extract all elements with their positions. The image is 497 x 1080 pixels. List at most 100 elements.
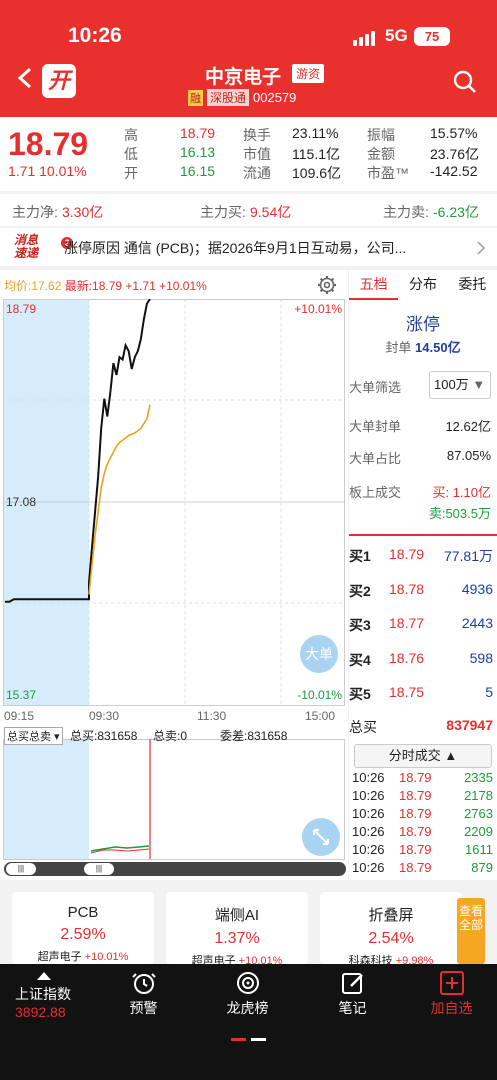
bid-price: 18.77 xyxy=(389,615,425,631)
bid-label: 买2 xyxy=(349,582,371,599)
x-label-0915: 09:15 xyxy=(4,709,34,723)
quote-label: 市盈™ xyxy=(367,165,409,181)
trade-volume: 879 xyxy=(471,860,493,875)
scroll-handle-right[interactable]: ||| xyxy=(84,863,114,875)
pct-bot-label: -10.01% xyxy=(297,688,342,702)
trade-time: 10:26 xyxy=(352,788,385,803)
notes-label: 笔记 xyxy=(338,1000,367,1016)
big-order-button[interactable]: 大单 xyxy=(300,635,338,673)
quote-value: 23.11% xyxy=(292,125,339,141)
quote-label: 市值 xyxy=(243,146,271,162)
dragon-tiger-button[interactable]: 龙虎榜 xyxy=(198,966,297,1018)
trade-volume: 2178 xyxy=(464,788,493,803)
sell-label: 主力卖: xyxy=(383,204,429,220)
trade-price: 18.79 xyxy=(399,824,432,839)
trade-time: 10:26 xyxy=(352,770,385,785)
stock-code: 002579 xyxy=(253,90,297,105)
trade-price: 18.79 xyxy=(399,806,432,821)
hot-money-tag[interactable]: 游资 xyxy=(292,64,325,83)
total-bid-value: 837947 xyxy=(446,717,493,733)
trade-price: 18.79 xyxy=(399,788,432,803)
related-sectors: PCB 2.59% 超声电子 +10.01% 端侧AI 1.37% 超声电子 +10.01… xyxy=(0,882,497,967)
sector-card[interactable]: 端侧AI 1.37% 超声电子 +10.01% xyxy=(166,892,308,967)
sector-name: 折叠屏 xyxy=(368,907,414,924)
total-buy-text: 总买:831658 xyxy=(70,729,138,743)
quote-value: 16.15 xyxy=(180,163,216,179)
stock-subtitle: 融 深股通 002579 xyxy=(188,89,296,106)
y-mid-label: 17.08 xyxy=(6,495,36,509)
quote-panel: 18.79 1.71 10.01% 高 18.79 换手 23.11% 振幅 15.57%… xyxy=(0,117,497,191)
quote-label: 流通 xyxy=(243,165,271,181)
view-all-button[interactable]: 查看全部 xyxy=(457,898,485,964)
tab-orders[interactable]: 委托 xyxy=(448,270,497,300)
sell-value: -6.23亿 xyxy=(433,204,479,220)
back-icon[interactable] xyxy=(14,66,38,90)
total-bid-label: 总买 xyxy=(349,719,377,735)
big-ratio-value: 87.05% xyxy=(446,448,491,463)
margin-tag: 融 xyxy=(188,89,203,106)
expand-button[interactable] xyxy=(302,818,340,856)
quote-value: 109.6亿 xyxy=(292,165,342,181)
chart-header: 均价:17.62 最新:18.79 +1.71 +10.01% xyxy=(4,277,207,294)
news-bar[interactable]: 消息 速递 2 涨停原因 通信 (PCB)；据2026年9月1日互动易，公司..… xyxy=(0,228,497,266)
trade-price: 18.79 xyxy=(399,842,432,857)
book-tabs: 五档 分布 委托 xyxy=(349,270,497,300)
target-icon xyxy=(236,972,259,994)
x-label-1500: 15:00 xyxy=(305,709,335,723)
quote-value: 15.57% xyxy=(430,125,478,141)
page-indicator-active xyxy=(231,1038,246,1041)
sector-card[interactable]: PCB 2.59% 超声电子 +10.01% xyxy=(12,892,154,964)
time-scrollbar[interactable]: ||| ||| xyxy=(4,862,346,876)
big-seal-value: 12.62亿 xyxy=(445,419,491,434)
quote-value: 16.13 xyxy=(180,144,216,160)
leader-name: 超声电子 xyxy=(37,951,82,963)
trade-price: 18.79 xyxy=(399,860,432,875)
seal-order: 封单 14.50亿 xyxy=(349,337,497,356)
sector-pct: 1.37% xyxy=(214,930,260,947)
sector-name: PCB xyxy=(67,904,99,921)
quote-label: 低 xyxy=(124,146,138,162)
caret-up-icon xyxy=(37,972,51,980)
battery-icon: 75 xyxy=(414,27,450,46)
avg-price-label: 均价:17.62 xyxy=(4,279,62,293)
trade-volume: 1611 xyxy=(465,842,493,857)
price-change: 1.71 10.01% xyxy=(8,163,87,179)
big-ratio-label: 大单占比 xyxy=(349,451,402,466)
status-time: 10:26 xyxy=(68,24,122,47)
index-ticker[interactable]: 上证指数 3892.88 xyxy=(15,972,71,1020)
edit-icon xyxy=(341,973,363,994)
search-icon[interactable] xyxy=(453,70,477,94)
quote-label: 换手 xyxy=(243,127,271,143)
tab-distribution[interactable]: 分布 xyxy=(398,270,447,300)
filter-label: 大单筛选 xyxy=(349,380,402,395)
filter-select[interactable]: 100万 ▼ xyxy=(429,371,491,399)
notes-button[interactable]: 笔记 xyxy=(303,966,402,1018)
sector-card[interactable]: 折叠屏 2.54% 科森科技 +9.98% xyxy=(320,892,462,967)
volume-selector[interactable]: 总买总卖 ▾ xyxy=(4,727,63,745)
add-watchlist-button[interactable]: 加自选 xyxy=(402,966,497,1018)
quote-value: 115.1亿 xyxy=(292,146,340,162)
alert-button[interactable]: 预警 xyxy=(94,966,193,1018)
scroll-handle-left[interactable]: ||| xyxy=(6,863,36,875)
trades-toggle-button[interactable]: 分时成交 ▲ xyxy=(354,744,492,768)
buy-value: 9.54亿 xyxy=(250,204,292,220)
trade-price: 18.79 xyxy=(399,770,432,785)
quote-label: 开 xyxy=(124,165,138,181)
intraday-chart[interactable]: 均价:17.62 最新:18.79 +1.71 +10.01% 18.79 17… xyxy=(0,270,348,880)
buy-label: 主力买: xyxy=(200,204,246,220)
pre-open-shade-bottom xyxy=(3,739,89,859)
bid-label: 买5 xyxy=(349,686,371,702)
price-chart-svg[interactable]: 18.79 17.08 15.37 +10.01% -10.01% 09:15 … xyxy=(3,299,345,879)
trade-time: 10:26 xyxy=(352,842,385,857)
top-header: 10:26 5G 75 开 中京电子 游资 融 深股通 002579 xyxy=(0,0,497,117)
quote-label: 高 xyxy=(124,127,138,143)
weicha-text: 委差:831658 xyxy=(220,729,288,743)
order-book-panel: 五档 分布 委托 涨停 封单 14.50亿 大单筛选 100万 ▼ 大单封单 1… xyxy=(349,270,497,880)
news-text: 涨停原因 通信 (PCB)；据2026年9月1日互动易，公司... xyxy=(64,240,407,256)
sector-leader: 超声电子 +10.01% xyxy=(12,948,154,964)
tab-five-levels[interactable]: 五档 xyxy=(349,270,399,300)
app-logo[interactable]: 开 xyxy=(42,64,76,98)
gear-icon[interactable] xyxy=(317,275,337,295)
board-sell: 卖:503.5万 xyxy=(428,506,491,521)
sector-pct: 2.59% xyxy=(60,926,106,943)
